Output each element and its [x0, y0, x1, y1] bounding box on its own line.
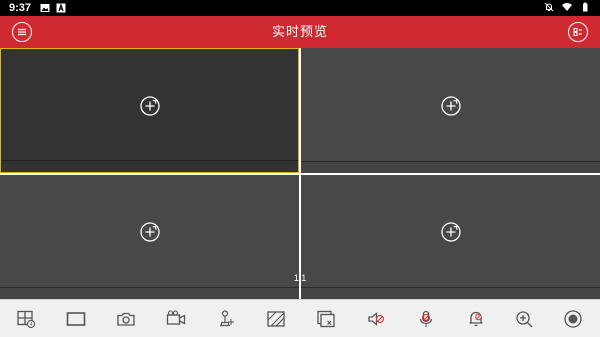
pane-caption-bar [301, 161, 600, 173]
status-bar: 9:37 [0, 0, 600, 16]
alarm-output-button[interactable] [465, 309, 487, 329]
window-layout-button[interactable] [568, 22, 588, 42]
close-all-button[interactable] [315, 309, 337, 329]
snapshot-camera-icon [117, 312, 135, 326]
video-pane-3[interactable] [0, 175, 299, 299]
add-camera-icon[interactable] [139, 222, 160, 243]
video-pane-4[interactable] [301, 175, 600, 299]
add-camera-icon[interactable] [139, 95, 160, 116]
add-camera-icon[interactable] [440, 95, 461, 116]
window-layout-icon [573, 28, 582, 36]
snapshot-button[interactable] [115, 309, 137, 329]
battery-icon [583, 2, 588, 12]
digital-zoom-icon [516, 311, 533, 328]
record-video-button[interactable] [165, 309, 187, 329]
single-window-icon [66, 312, 86, 326]
menu-button[interactable] [12, 22, 32, 42]
digital-zoom-button[interactable] [513, 309, 535, 329]
wifi-icon [562, 3, 572, 11]
pane-caption-bar [1, 160, 298, 172]
record-video-icon [166, 310, 186, 325]
status-time: 9:37 [9, 2, 32, 14]
image-quality-button[interactable] [265, 309, 287, 329]
intercom-mic-off-icon [419, 310, 433, 327]
window-split-icon: 4 [17, 310, 36, 329]
audio-button[interactable] [365, 309, 387, 329]
audio-off-icon [368, 312, 385, 326]
bottom-toolbar: 4 [0, 299, 600, 337]
single-window-button[interactable] [65, 309, 87, 329]
video-pane-1[interactable] [0, 48, 299, 173]
page-indicator: 1/1 [293, 273, 307, 283]
pane-caption-bar [301, 287, 600, 299]
video-pane-2[interactable] [301, 48, 600, 173]
capture-record-icon [564, 310, 582, 328]
window-split-button[interactable]: 4 [15, 309, 37, 329]
alarm-output-icon [469, 311, 483, 327]
ptz-joystick-icon [220, 310, 234, 327]
notifications-off-icon [544, 2, 554, 12]
svg-text:4: 4 [30, 322, 33, 328]
capture-record-button[interactable] [562, 309, 584, 329]
close-all-icon [317, 310, 335, 328]
image-icon [40, 4, 50, 12]
image-quality-icon [267, 311, 285, 327]
page-title: 实时预览 [271, 24, 328, 39]
add-camera-icon[interactable] [440, 222, 461, 243]
menu-icon [18, 28, 26, 36]
ptz-control-button[interactable] [215, 309, 237, 329]
pane-caption-bar [0, 287, 299, 299]
app-header: 实时预览 [0, 16, 600, 48]
live-view-grid [0, 48, 600, 299]
intercom-button[interactable] [415, 309, 437, 329]
a-badge-icon [56, 3, 66, 13]
